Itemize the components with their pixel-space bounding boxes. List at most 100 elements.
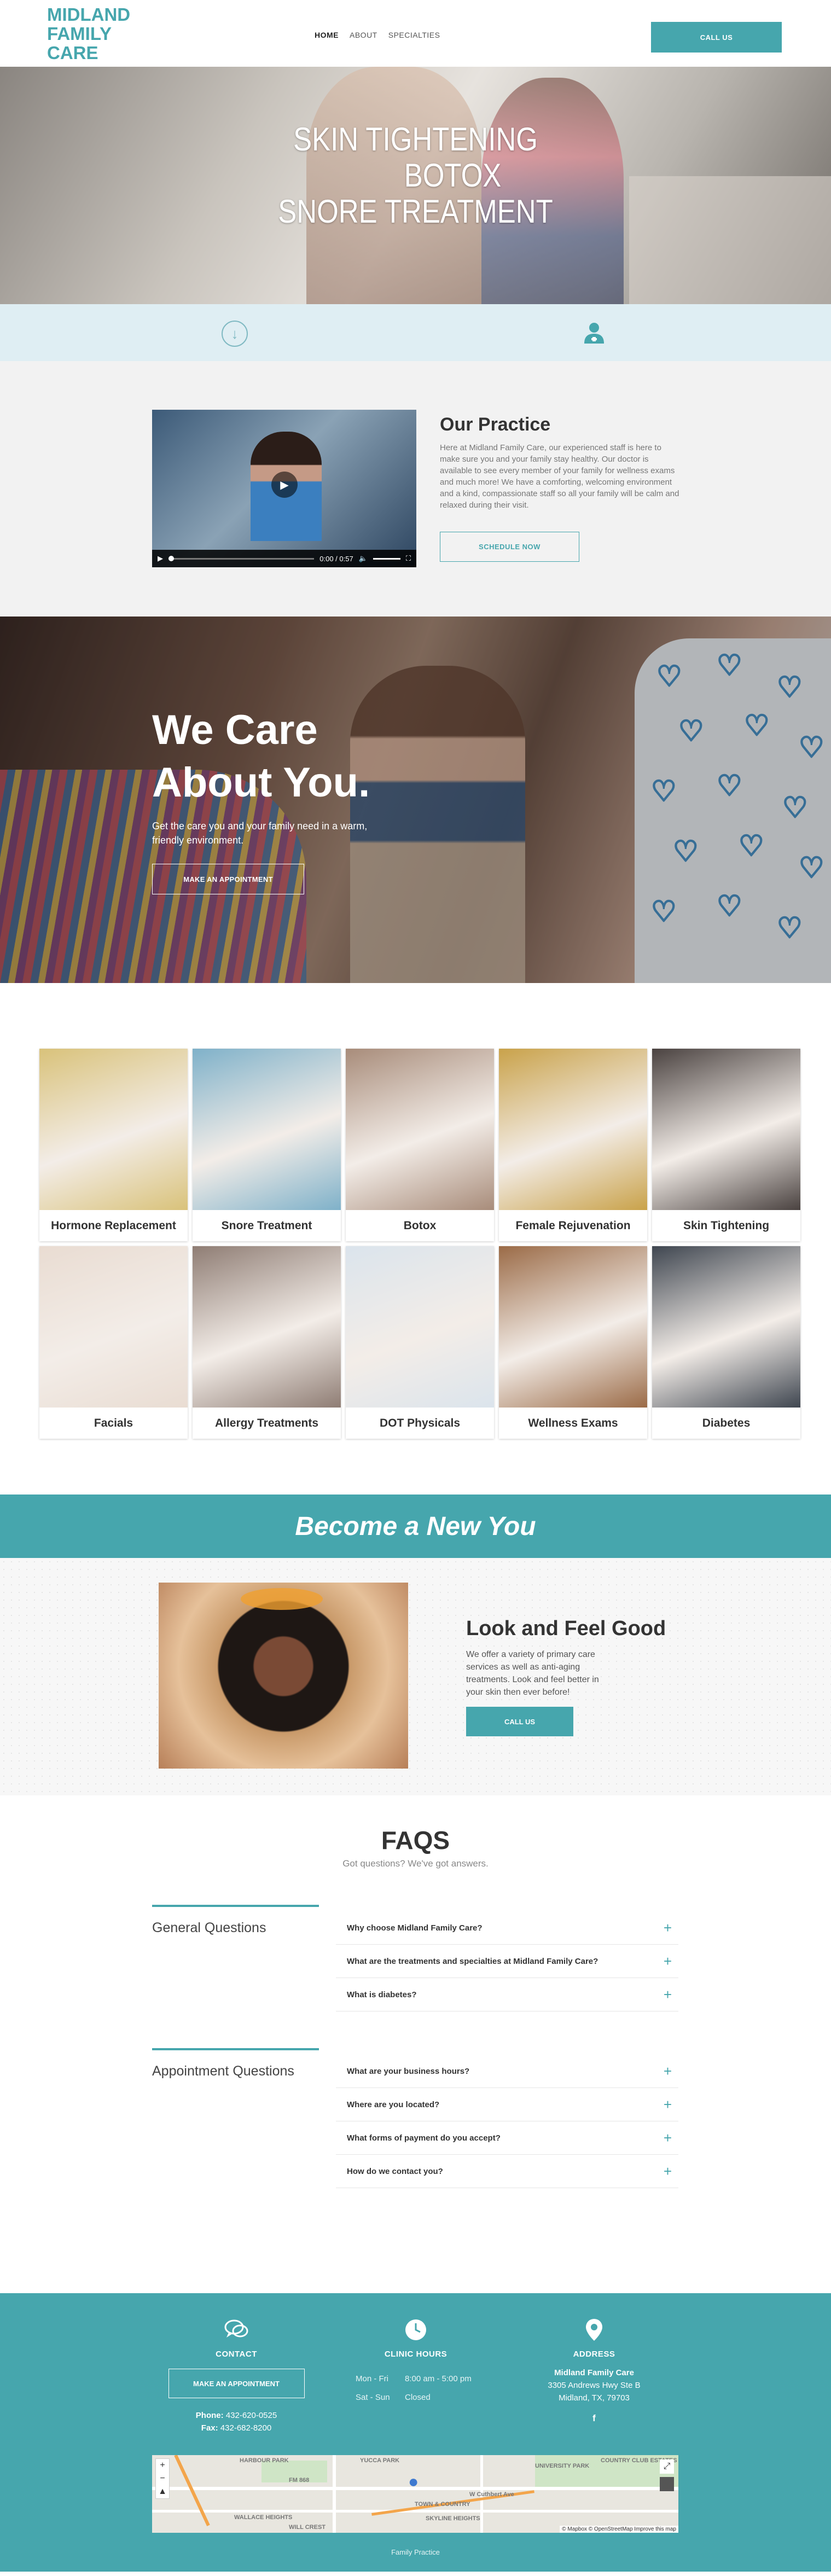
service-image bbox=[39, 1049, 188, 1210]
look-title: Look and Feel Good bbox=[466, 1617, 666, 1640]
service-label: Wellness Exams bbox=[528, 1416, 618, 1429]
plus-icon[interactable]: + bbox=[664, 1920, 672, 1937]
plus-icon[interactable]: + bbox=[664, 2063, 672, 2080]
service-image bbox=[193, 1246, 341, 1408]
service-label: Botox bbox=[403, 1219, 437, 1232]
care-title-line-2: About You. bbox=[152, 759, 370, 806]
service-card[interactable]: Diabetes bbox=[652, 1246, 800, 1439]
map-label: W Cuthbert Ave bbox=[469, 2491, 514, 2498]
faq-group-rule bbox=[152, 1905, 319, 1907]
faq-question: Why choose Midland Family Care? bbox=[347, 1923, 483, 1933]
become-banner: Become a New You bbox=[0, 1495, 831, 1558]
phone-number[interactable]: 432-620-0525 bbox=[226, 2411, 277, 2420]
video-play-icon[interactable]: ▶ bbox=[158, 554, 163, 563]
service-image bbox=[652, 1246, 800, 1408]
faq-question: What are your business hours? bbox=[347, 2066, 470, 2076]
arrow-down-circle-icon[interactable]: ↓ bbox=[222, 321, 248, 347]
map-attribution[interactable]: © Mapbox © OpenStreetMap Improve this ma… bbox=[560, 2526, 678, 2533]
flower-crown bbox=[241, 1588, 323, 1610]
map-marker-icon[interactable]: ● bbox=[408, 2472, 423, 2491]
faq-item[interactable]: What are the treatments and specialties … bbox=[336, 1945, 678, 1978]
service-card[interactable]: Allergy Treatments bbox=[193, 1246, 341, 1439]
faq-item[interactable]: Why choose Midland Family Care? + bbox=[336, 1911, 678, 1945]
logo[interactable]: MIDLAND FAMILY CARE bbox=[47, 5, 156, 62]
faq-title: FAQS bbox=[381, 1826, 450, 1854]
faq-question: What forms of payment do you accept? bbox=[347, 2133, 501, 2143]
map-camera-icon[interactable] bbox=[660, 2477, 674, 2491]
service-card[interactable]: Botox bbox=[346, 1049, 494, 1241]
faq-question: What are the treatments and specialties … bbox=[347, 1956, 598, 1966]
nav-specialties[interactable]: SPECIALTIES bbox=[388, 31, 440, 39]
plus-icon[interactable]: + bbox=[664, 2130, 672, 2147]
map-zoom-controls[interactable]: + − ▲ bbox=[155, 2458, 170, 2499]
service-card[interactable]: Wellness Exams bbox=[499, 1246, 647, 1439]
map-pin-icon bbox=[507, 2318, 682, 2345]
compass-icon[interactable]: ▲ bbox=[156, 2485, 169, 2498]
footer-copyright: Family Practice bbox=[391, 2548, 440, 2556]
our-practice-section: ▶ ▶ 0:00 / 0:57 🔈 ⛶ Our Practice Here at… bbox=[0, 361, 831, 617]
service-card[interactable]: Facials bbox=[39, 1246, 188, 1439]
practice-video[interactable]: ▶ ▶ 0:00 / 0:57 🔈 ⛶ bbox=[152, 410, 416, 567]
service-image bbox=[193, 1049, 341, 1210]
zoom-in-icon[interactable]: + bbox=[156, 2459, 169, 2472]
service-image bbox=[346, 1246, 494, 1408]
plus-icon[interactable]: + bbox=[664, 2163, 672, 2180]
hours-title: CLINIC HOURS bbox=[384, 2350, 448, 2359]
faq-group-title: Appointment Questions bbox=[152, 2063, 294, 2079]
faq-item[interactable]: What forms of payment do you accept? + bbox=[336, 2121, 678, 2155]
we-care-section: ♡ ♡ ♡ ♡ ♡ ♡ ♡ ♡ ♡ ♡ ♡ ♡ ♡ ♡ ♡ We Care About You. G… bbox=[0, 617, 831, 983]
address-title: ADDRESS bbox=[573, 2350, 615, 2359]
schedule-now-button[interactable]: SCHEDULE NOW bbox=[440, 532, 579, 562]
call-us-button[interactable]: CALL US bbox=[651, 22, 782, 53]
faq-list: What are your business hours? + Where are… bbox=[336, 2055, 678, 2188]
hours-time: 8:00 am - 5:00 pm bbox=[405, 2374, 472, 2383]
make-appointment-button[interactable]: MAKE AN APPOINTMENT bbox=[152, 864, 304, 894]
faq-item[interactable]: How do we contact you? + bbox=[336, 2155, 678, 2188]
service-label: Female Rejuvenation bbox=[515, 1219, 631, 1232]
service-card[interactable]: DOT Physicals bbox=[346, 1246, 494, 1439]
zoom-out-icon[interactable]: − bbox=[156, 2472, 169, 2485]
chat-bubbles-icon bbox=[149, 2318, 324, 2345]
logo-line-3: CARE bbox=[47, 42, 98, 63]
map-label: TOWN & COUNTRY bbox=[415, 2501, 470, 2508]
volume-icon[interactable]: 🔈 bbox=[359, 554, 368, 563]
icon-bar: ↓ bbox=[0, 304, 831, 361]
service-card[interactable]: Hormone Replacement bbox=[39, 1049, 188, 1241]
location-map[interactable]: HARBOUR PARK YUCCA PARK UNIVERSITY PARK … bbox=[152, 2455, 678, 2533]
look-call-us-button[interactable]: CALL US bbox=[466, 1707, 573, 1736]
plus-icon[interactable]: + bbox=[664, 1986, 672, 2003]
footer-hours: CLINIC HOURS Mon - Fri 8:00 am - 5:00 pm … bbox=[328, 2318, 503, 2407]
fullscreen-icon[interactable]: ⛶ bbox=[406, 554, 411, 563]
map-label: WALLACE HEIGHTS bbox=[234, 2514, 293, 2521]
plus-icon[interactable]: + bbox=[664, 1953, 672, 1970]
plus-icon[interactable]: + bbox=[664, 2096, 672, 2113]
service-card[interactable]: Snore Treatment bbox=[193, 1049, 341, 1241]
service-image bbox=[346, 1049, 494, 1210]
faq-question: Where are you located? bbox=[347, 2100, 440, 2109]
hours-days: Sat - Sun bbox=[356, 2393, 390, 2402]
hours-table: Mon - Fri 8:00 am - 5:00 pm Sat - Sun Clos… bbox=[328, 2370, 503, 2407]
service-label: Facials bbox=[94, 1416, 133, 1429]
map-highway bbox=[174, 2455, 210, 2526]
video-progress-bar[interactable] bbox=[168, 555, 315, 561]
nav-home[interactable]: HOME bbox=[315, 31, 339, 39]
service-card[interactable]: Female Rejuvenation bbox=[499, 1049, 647, 1241]
care-overlay bbox=[0, 617, 831, 983]
volume-slider[interactable] bbox=[373, 557, 400, 560]
play-icon[interactable]: ▶ bbox=[271, 472, 298, 498]
faq-item[interactable]: What are your business hours? + bbox=[336, 2055, 678, 2088]
service-card[interactable]: Skin Tightening bbox=[652, 1049, 800, 1241]
faq-item[interactable]: Where are you located? + bbox=[336, 2088, 678, 2121]
service-label: DOT Physicals bbox=[379, 1416, 461, 1429]
faq-item[interactable]: What is diabetes? + bbox=[336, 1978, 678, 2011]
contact-title: CONTACT bbox=[216, 2350, 257, 2359]
facebook-icon[interactable]: f bbox=[507, 2412, 682, 2424]
video-controls: ▶ 0:00 / 0:57 🔈 ⛶ bbox=[152, 550, 416, 567]
address-line-2: Midland, TX, 79703 bbox=[559, 2393, 630, 2403]
faq-section: FAQS Got questions? We've got answers. G… bbox=[0, 1795, 831, 2293]
nav-about[interactable]: ABOUT bbox=[350, 31, 377, 39]
map-road bbox=[152, 2510, 678, 2513]
map-label: UNIVERSITY PARK bbox=[535, 2463, 590, 2469]
footer-appointment-button[interactable]: MAKE AN APPOINTMENT bbox=[168, 2369, 305, 2398]
fullscreen-icon[interactable]: ⤢ bbox=[660, 2459, 674, 2474]
